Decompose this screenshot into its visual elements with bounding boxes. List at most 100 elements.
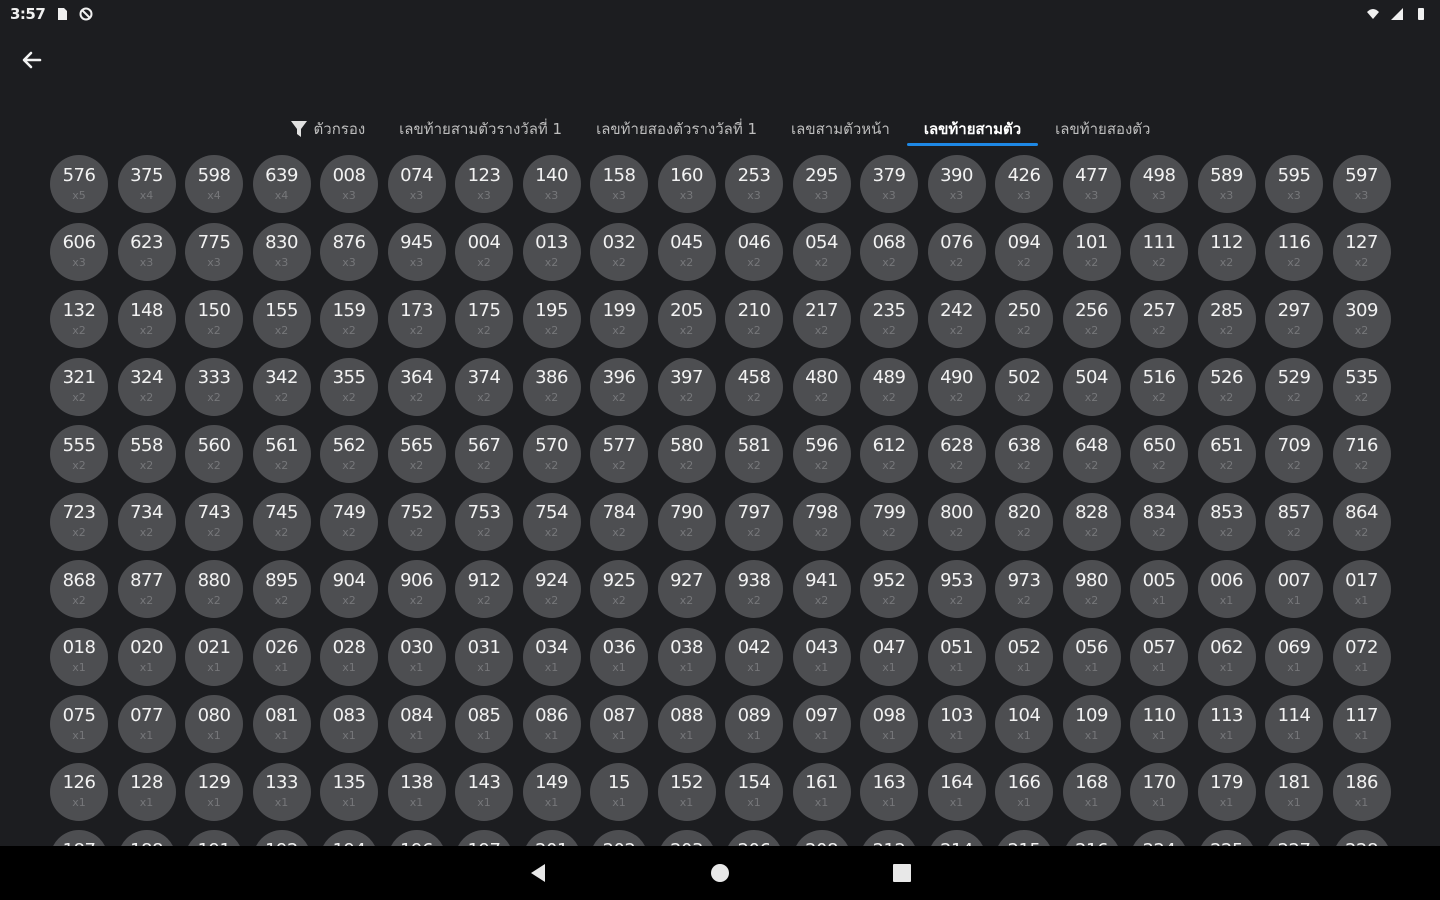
number-ball[interactable]: 709 x2	[1265, 425, 1323, 483]
number-ball[interactable]: 820 x2	[995, 492, 1053, 551]
number-ball[interactable]: 912 x2	[455, 560, 513, 618]
number-ball[interactable]: 032 x2	[590, 222, 648, 281]
number-ball[interactable]: 194x1	[320, 830, 378, 846]
number-ball[interactable]: 938 x2	[725, 560, 783, 618]
number-ball[interactable]: 076 x2	[927, 222, 986, 281]
number-ball[interactable]: 126 x1	[50, 762, 108, 821]
number-ball[interactable]: 191x1	[185, 830, 243, 846]
number-ball[interactable]: 561 x2	[252, 425, 311, 483]
number-ball[interactable]: 109 x1	[1062, 695, 1121, 753]
number-ball[interactable]: 606 x3	[50, 222, 108, 281]
number-ball[interactable]: 980 x2	[1062, 560, 1121, 618]
number-ball[interactable]: 215x1	[995, 830, 1053, 846]
nav-home-button[interactable]	[707, 860, 733, 886]
number-ball[interactable]: 753 x2	[455, 492, 513, 551]
number-ball[interactable]: 113 x1	[1197, 695, 1256, 753]
tab-1[interactable]: เลขท้ายสามตัวรางวัลที่ 1	[382, 110, 579, 148]
number-ball[interactable]: 018 x1	[50, 627, 108, 686]
number-ball[interactable]: 186 x1	[1332, 762, 1391, 821]
number-ball[interactable]: 628 x2	[927, 425, 986, 483]
number-ball[interactable]: 256 x2	[1062, 290, 1121, 348]
number-ball[interactable]: 054 x2	[792, 222, 851, 281]
number-ball[interactable]: 068 x2	[860, 222, 918, 281]
number-ball[interactable]: 800 x2	[927, 492, 986, 551]
number-ball[interactable]: 576 x5	[50, 155, 108, 213]
number-ball[interactable]: 386 x2	[522, 357, 581, 416]
number-ball[interactable]: 952 x2	[860, 560, 918, 618]
number-ball[interactable]: 083 x1	[320, 695, 378, 753]
number-ball[interactable]: 020 x1	[117, 627, 176, 686]
number-ball[interactable]: 148 x2	[117, 290, 176, 348]
number-ball[interactable]: 253 x3	[725, 155, 783, 213]
number-ball[interactable]: 097 x1	[792, 695, 851, 753]
number-ball[interactable]: 143 x1	[455, 762, 513, 821]
number-ball[interactable]: 128 x1	[117, 762, 176, 821]
number-ball[interactable]: 752 x2	[387, 492, 446, 551]
number-ball[interactable]: 589 x3	[1197, 155, 1256, 213]
number-ball[interactable]: 390 x3	[927, 155, 986, 213]
number-ball[interactable]: 558 x2	[117, 425, 176, 483]
number-ball[interactable]: 008 x3	[320, 155, 378, 213]
number-ball[interactable]: 089 x1	[725, 695, 783, 753]
number-ball[interactable]: 973 x2	[995, 560, 1053, 618]
number-ball[interactable]: 426 x3	[995, 155, 1053, 213]
number-ball[interactable]: 199 x2	[590, 290, 648, 348]
number-ball[interactable]: 206x1	[725, 830, 783, 846]
number-ball[interactable]: 295 x3	[792, 155, 851, 213]
number-ball[interactable]: 504 x2	[1062, 357, 1121, 416]
number-ball[interactable]: 170 x1	[1130, 762, 1188, 821]
number-ball[interactable]: 502 x2	[995, 357, 1053, 416]
number-ball[interactable]: 375 x4	[117, 155, 176, 213]
number-ball[interactable]: 214x1	[927, 830, 986, 846]
number-ball[interactable]: 017 x1	[1332, 560, 1391, 618]
number-ball[interactable]: 155 x2	[252, 290, 311, 348]
number-ball[interactable]: 565 x2	[387, 425, 446, 483]
number-ball[interactable]: 374 x2	[455, 357, 513, 416]
number-ball[interactable]: 077 x1	[117, 695, 176, 753]
number-ball[interactable]: 195 x2	[522, 290, 581, 348]
number-ball[interactable]: 036 x1	[590, 627, 648, 686]
number-ball[interactable]: 007 x1	[1265, 560, 1323, 618]
number-ball[interactable]: 853 x2	[1197, 492, 1256, 551]
number-ball[interactable]: 396 x2	[590, 357, 648, 416]
number-ball[interactable]: 734 x2	[117, 492, 176, 551]
number-ball[interactable]: 217 x2	[792, 290, 851, 348]
number-ball[interactable]: 034 x1	[522, 627, 581, 686]
number-ball[interactable]: 567 x2	[455, 425, 513, 483]
number-ball[interactable]: 828 x2	[1062, 492, 1121, 551]
number-ball[interactable]: 596 x2	[792, 425, 851, 483]
number-ball[interactable]: 103 x1	[927, 695, 986, 753]
tab-4[interactable]: เลขท้ายสามตัว	[906, 110, 1039, 148]
number-ball[interactable]: 535 x2	[1332, 357, 1391, 416]
number-ball[interactable]: 834 x2	[1130, 492, 1188, 551]
number-ball[interactable]: 904 x2	[320, 560, 378, 618]
number-ball[interactable]: 163 x1	[860, 762, 918, 821]
number-ball[interactable]: 038 x1	[657, 627, 716, 686]
number-ball[interactable]: 379 x3	[860, 155, 918, 213]
number-ball[interactable]: 150 x2	[185, 290, 243, 348]
number-ball[interactable]: 006 x1	[1197, 560, 1256, 618]
number-ball[interactable]: 104 x1	[995, 695, 1053, 753]
number-ball[interactable]: 013 x2	[522, 222, 581, 281]
number-ball[interactable]: 723 x2	[50, 492, 108, 551]
number-ball[interactable]: 159 x2	[320, 290, 378, 348]
number-ball[interactable]: 830 x3	[252, 222, 311, 281]
number-ball[interactable]: 004 x2	[455, 222, 513, 281]
number-ball[interactable]: 516 x2	[1130, 357, 1188, 416]
number-ball[interactable]: 324 x2	[117, 357, 176, 416]
number-ball[interactable]: 333 x2	[185, 357, 243, 416]
number-ball[interactable]: 598 x4	[185, 155, 243, 213]
number-ball[interactable]: 927 x2	[657, 560, 716, 618]
number-ball[interactable]: 784 x2	[590, 492, 648, 551]
number-ball[interactable]: 123 x3	[455, 155, 513, 213]
number-ball[interactable]: 132 x2	[50, 290, 108, 348]
number-ball[interactable]: 085 x1	[455, 695, 513, 753]
number-ball[interactable]: 743 x2	[185, 492, 243, 551]
number-ball[interactable]: 526 x2	[1197, 357, 1256, 416]
number-ball[interactable]: 924 x2	[522, 560, 581, 618]
numbers-scroll-area[interactable]: 576 x5 375 x4 598 x4 639 x4 008 x3 074 x3 123 x3 140 x3…	[0, 148, 1440, 846]
number-ball[interactable]: 152 x1	[657, 762, 716, 821]
number-ball[interactable]: 031 x1	[455, 627, 513, 686]
tab-2[interactable]: เลขท้ายสองตัวรางวัลที่ 1	[579, 110, 774, 148]
number-ball[interactable]: 052 x1	[995, 627, 1053, 686]
